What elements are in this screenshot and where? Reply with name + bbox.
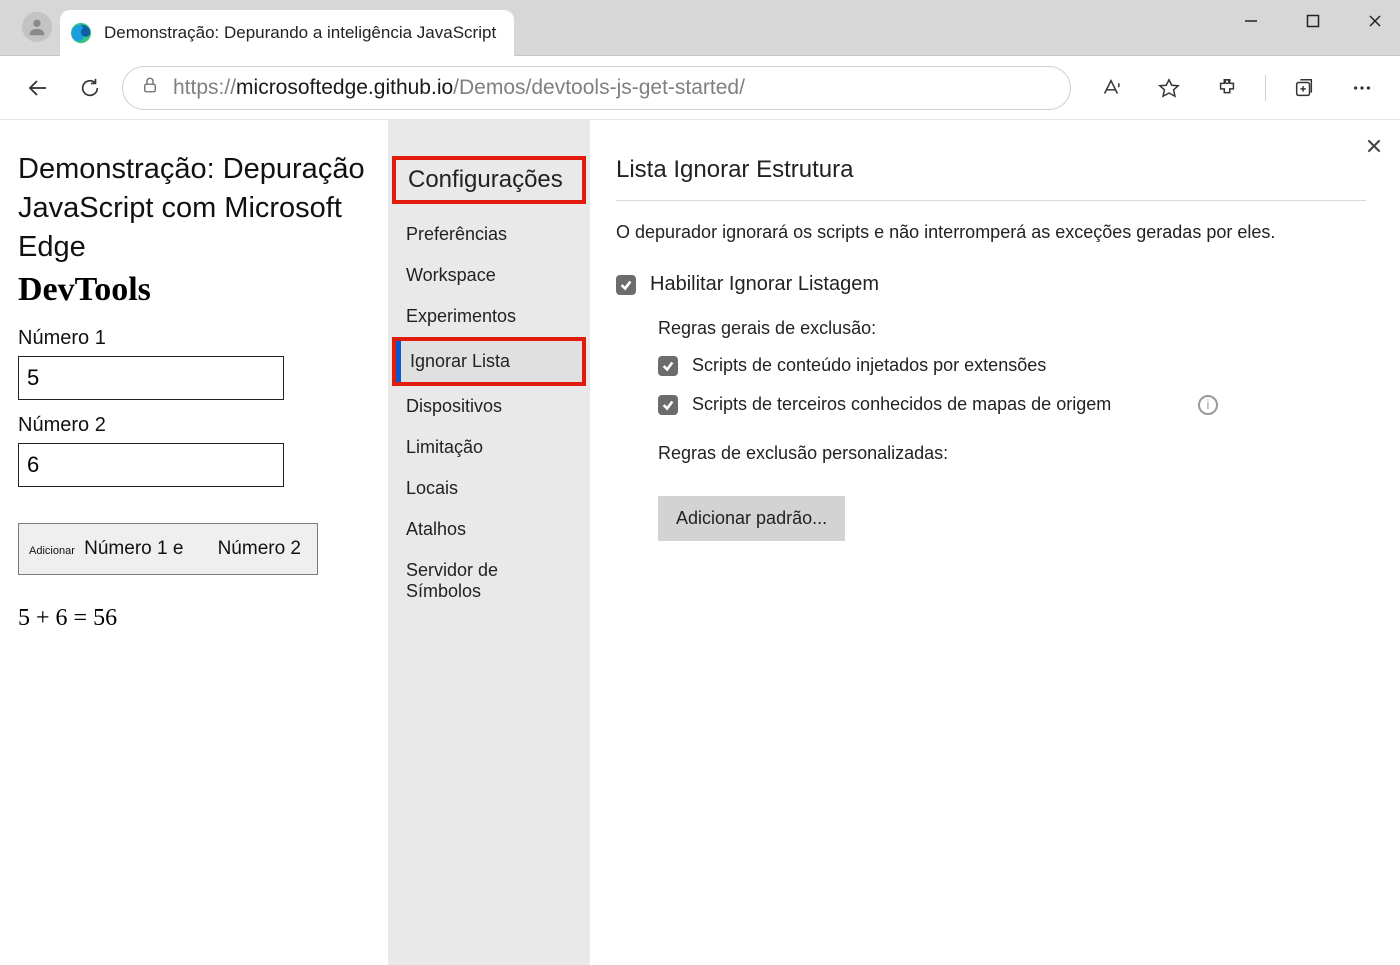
sidebar-item-ignore-list[interactable]: Ignorar Lista (396, 341, 582, 382)
minimize-button[interactable] (1238, 8, 1264, 34)
window-controls (1238, 8, 1388, 34)
num1-input[interactable] (18, 356, 284, 400)
profile-icon[interactable] (22, 12, 52, 42)
tab-title: Demonstração: Depurando a inteligência J… (104, 23, 496, 43)
settings-sidebar: Configurações Preferências Workspace Exp… (388, 120, 590, 965)
view-title: Lista Ignorar Estrutura (616, 156, 1366, 184)
custom-rules-label: Regras de exclusão personalizadas: (658, 443, 1366, 464)
sidebar-item-preferences[interactable]: Preferências (392, 214, 586, 255)
rule2-checkbox[interactable] (658, 395, 678, 415)
edge-logo-icon (70, 22, 92, 44)
sidebar-item-locations[interactable]: Locais (392, 468, 586, 509)
lock-icon (141, 76, 159, 100)
page-heading: Demonstração: Depuração JavaScript com M… (18, 150, 372, 267)
sidebar-item-workspace[interactable]: Workspace (392, 255, 586, 296)
sidebar-item-devices[interactable]: Dispositivos (392, 386, 586, 427)
sidebar-item-throttling[interactable]: Limitação (392, 427, 586, 468)
extensions-button[interactable] (1207, 68, 1247, 108)
url-text: https://microsoftedge.github.io/Demos/de… (173, 76, 745, 100)
num2-label: Número 2 (18, 414, 372, 437)
info-icon[interactable]: i (1198, 395, 1218, 415)
add-button[interactable]: Adicionar Número 1 e Número 2 (18, 523, 318, 575)
num1-label: Número 1 (18, 327, 372, 350)
favorite-button[interactable] (1149, 68, 1189, 108)
sidebar-item-shortcuts[interactable]: Atalhos (392, 509, 586, 550)
settings-main-view: Lista Ignorar Estrutura O depurador igno… (590, 120, 1400, 965)
maximize-button[interactable] (1300, 8, 1326, 34)
page-heading-bold: DevTools (18, 271, 372, 309)
divider (616, 200, 1366, 201)
window-titlebar: Demonstração: Depurando a inteligência J… (0, 0, 1400, 56)
rule1-label: Scripts de conteúdo injetados por extens… (692, 355, 1046, 376)
view-description: O depurador ignorará os scripts e não in… (616, 219, 1286, 245)
browser-tab[interactable]: Demonstração: Depurando a inteligência J… (60, 10, 514, 56)
content-area: Demonstração: Depuração JavaScript com M… (0, 120, 1400, 965)
result-text: 5 + 6 = 56 (18, 605, 372, 632)
add-pattern-button[interactable]: Adicionar padrão... (658, 496, 845, 541)
general-rules-label: Regras gerais de exclusão: (658, 318, 1366, 339)
refresh-button[interactable] (70, 68, 110, 108)
enable-ignore-checkbox[interactable] (616, 275, 636, 295)
collections-button[interactable] (1284, 68, 1324, 108)
close-settings-button[interactable] (1358, 130, 1390, 162)
toolbar-row: https://microsoftedge.github.io/Demos/de… (0, 56, 1400, 120)
back-button[interactable] (18, 68, 58, 108)
separator (1265, 75, 1266, 101)
close-window-button[interactable] (1362, 8, 1388, 34)
enable-ignore-label: Habilitar Ignorar Listagem (650, 273, 879, 296)
demo-page-panel: Demonstração: Depuração JavaScript com M… (0, 120, 388, 965)
settings-header: Configurações (392, 156, 586, 204)
sidebar-item-experiments[interactable]: Experimentos (392, 296, 586, 337)
more-button[interactable] (1342, 68, 1382, 108)
address-bar[interactable]: https://microsoftedge.github.io/Demos/de… (122, 66, 1071, 110)
rule2-label: Scripts de terceiros conhecidos de mapas… (692, 394, 1111, 415)
rule1-checkbox[interactable] (658, 356, 678, 376)
read-aloud-button[interactable] (1091, 68, 1131, 108)
num2-input[interactable] (18, 443, 284, 487)
sidebar-item-symbol-server[interactable]: Servidor de Símbolos (392, 550, 586, 612)
